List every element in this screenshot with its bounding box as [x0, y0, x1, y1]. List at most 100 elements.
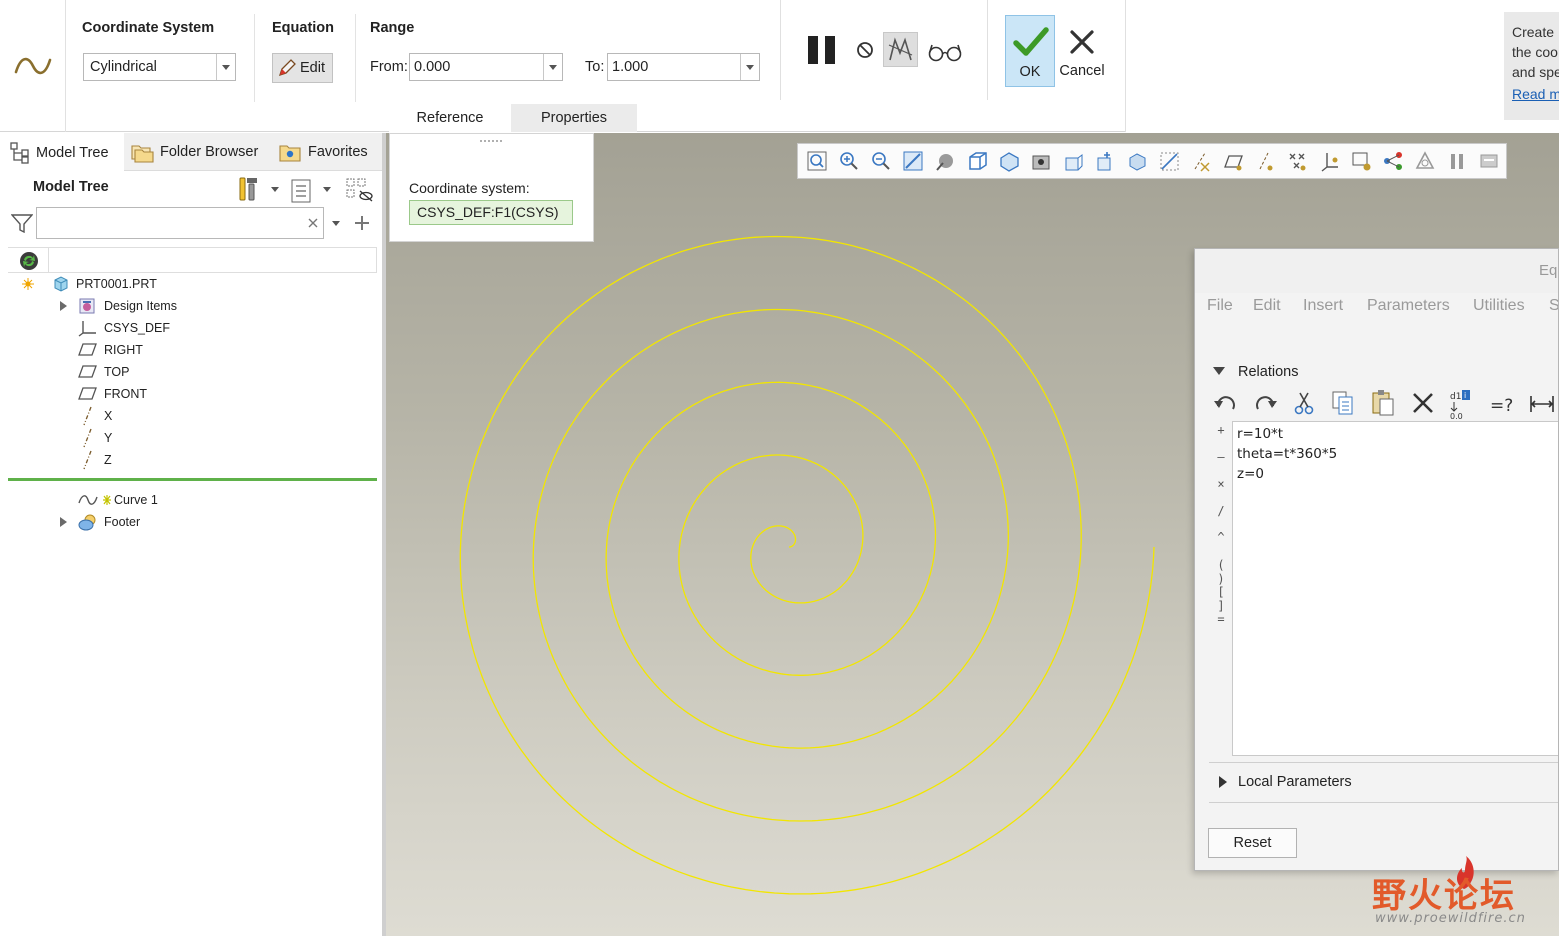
tree-item-z[interactable]: Z	[78, 449, 112, 471]
datum-display-icon[interactable]	[1065, 154, 1083, 171]
read-more-link[interactable]: Read m	[1512, 84, 1559, 104]
relations-editor[interactable]: r=10*t theta=t*360*5 z=0	[1232, 421, 1558, 756]
cut-icon[interactable]	[1294, 392, 1314, 415]
glasses-icon[interactable]	[927, 42, 963, 62]
menu-utilities[interactable]: Utilities	[1473, 297, 1525, 315]
multiply-operator-button[interactable]: ×	[1211, 477, 1231, 491]
annotation-display-icon[interactable]	[1097, 152, 1111, 171]
view-manager-icon[interactable]	[1000, 152, 1019, 172]
tree-item-design-items[interactable]: Design Items	[58, 295, 177, 317]
plus-operator-button[interactable]: +	[1211, 423, 1231, 437]
network-icon[interactable]	[1384, 152, 1402, 170]
verify-relations-icon[interactable]: =?	[1490, 396, 1513, 416]
tree-item-y[interactable]: Y	[78, 427, 112, 449]
verify-preview-button[interactable]	[883, 32, 918, 67]
switch-dimensions-icon[interactable]: d1 i 0.0	[1450, 390, 1470, 419]
tree-item-right[interactable]: RIGHT	[78, 339, 143, 361]
simplified-rep-icon[interactable]	[1415, 151, 1435, 169]
axis-display-icon[interactable]	[1194, 152, 1210, 172]
minus-operator-button[interactable]: –	[1211, 450, 1231, 464]
to-input[interactable]: 1.000	[607, 53, 760, 81]
redo-icon[interactable]	[1256, 396, 1277, 410]
chevron-down-icon[interactable]	[216, 54, 235, 80]
relations-toolbar: d1 i 0.0 =?	[1214, 390, 1554, 419]
tree-item-curve-1[interactable]: Curve 1	[78, 489, 158, 511]
from-input[interactable]: 0.000	[409, 53, 563, 81]
copy-icon[interactable]	[1332, 391, 1353, 415]
perspective-icon[interactable]	[1032, 155, 1050, 170]
display-style-icon[interactable]	[936, 154, 953, 171]
brackets-operator-button[interactable]: [ ]	[1211, 585, 1231, 613]
coordinate-system-select[interactable]: Cylindrical	[83, 53, 236, 81]
annotation-plane-icon[interactable]	[1480, 154, 1498, 168]
tab-model-tree[interactable]: Model Tree	[0, 133, 124, 172]
expand-arrow-icon[interactable]	[60, 301, 67, 311]
tree-item-top[interactable]: TOP	[78, 361, 129, 383]
local-parameters-section[interactable]: Local Parameters	[1209, 762, 1558, 803]
menu-edit[interactable]: Edit	[1253, 297, 1281, 315]
drag-handle[interactable]	[480, 140, 502, 143]
menu-insert[interactable]: Insert	[1303, 297, 1343, 315]
chevron-down-icon[interactable]	[271, 187, 279, 192]
csys-display-icon[interactable]	[1321, 153, 1338, 172]
chevron-down-icon[interactable]	[323, 187, 331, 192]
dimension-icon[interactable]	[1530, 396, 1554, 412]
datum-axis-display-icon[interactable]	[1259, 152, 1273, 171]
ok-button[interactable]: OK	[1005, 15, 1055, 87]
point-display-icon[interactable]	[1289, 153, 1306, 171]
tree-search-input[interactable]	[36, 207, 324, 239]
svg-text:d1: d1	[1450, 392, 1461, 402]
clear-icon[interactable]	[307, 217, 319, 229]
collapse-arrow-icon[interactable]	[1213, 367, 1225, 375]
tab-properties[interactable]: Properties	[511, 104, 637, 132]
equals-operator-button[interactable]: =	[1211, 612, 1231, 626]
no-preview-icon[interactable]	[856, 41, 874, 59]
chevron-down-icon[interactable]	[543, 54, 562, 80]
spiral-curve[interactable]	[459, 235, 1155, 895]
menu-parameters[interactable]: Parameters	[1367, 297, 1450, 315]
tab-folder-browser[interactable]: Folder Browser	[130, 133, 258, 171]
paste-icon[interactable]	[1372, 390, 1394, 416]
coordinate-system-collector[interactable]: CSYS_DEF:F1(CSYS)	[409, 200, 573, 225]
tree-item-prt0001[interactable]: PRT0001.PRT	[20, 273, 157, 295]
chevron-down-icon[interactable]	[332, 221, 340, 226]
expand-arrow-icon[interactable]	[1219, 776, 1227, 788]
zoom-in-icon[interactable]	[840, 152, 858, 170]
reset-button[interactable]: Reset	[1208, 828, 1297, 858]
insert-here-marker[interactable]	[8, 478, 377, 481]
datum-plane-display-icon[interactable]	[1224, 155, 1243, 171]
show-list-icon[interactable]	[291, 179, 313, 203]
tab-reference[interactable]: Reference	[389, 104, 511, 132]
tree-item-csys-def[interactable]: CSYS_DEF	[78, 317, 170, 339]
edit-equation-button[interactable]: Edit	[272, 53, 333, 83]
menu-file[interactable]: File	[1207, 297, 1233, 315]
menu-show[interactable]: S	[1549, 297, 1558, 315]
repaint-icon[interactable]	[903, 151, 923, 171]
tab-favorites[interactable]: Favorites	[278, 133, 368, 171]
chevron-down-icon[interactable]	[740, 54, 759, 80]
tree-item-footer[interactable]: Footer	[58, 511, 140, 533]
hide-items-icon[interactable]	[346, 177, 374, 203]
settings-tools-icon[interactable]	[237, 176, 261, 202]
delete-icon[interactable]	[1413, 393, 1433, 413]
spin-center-icon[interactable]	[1352, 152, 1371, 171]
divide-operator-button[interactable]: /	[1211, 504, 1231, 518]
plane-display-icon[interactable]	[1160, 152, 1179, 171]
saved-orientations-icon[interactable]	[969, 152, 987, 170]
regenerate-icon[interactable]	[18, 250, 40, 272]
undo-icon[interactable]	[1214, 396, 1235, 410]
cancel-button[interactable]: Cancel	[1058, 15, 1106, 87]
pause-icon[interactable]	[806, 35, 838, 65]
section-view-icon[interactable]	[1129, 153, 1146, 171]
filter-icon[interactable]	[11, 213, 33, 233]
expand-arrow-icon[interactable]	[60, 517, 67, 527]
refit-icon[interactable]	[807, 151, 827, 171]
zoom-out-icon[interactable]	[872, 152, 890, 170]
tree-item-x[interactable]: X	[78, 405, 112, 427]
dialog-title-bar[interactable]: Eq	[1195, 249, 1558, 293]
parentheses-operator-button[interactable]: ( )	[1211, 558, 1231, 586]
power-operator-button[interactable]: ^	[1211, 530, 1231, 544]
pause-animation-icon[interactable]	[1451, 154, 1463, 169]
add-icon[interactable]	[354, 215, 370, 231]
tree-item-front[interactable]: FRONT	[78, 383, 147, 405]
